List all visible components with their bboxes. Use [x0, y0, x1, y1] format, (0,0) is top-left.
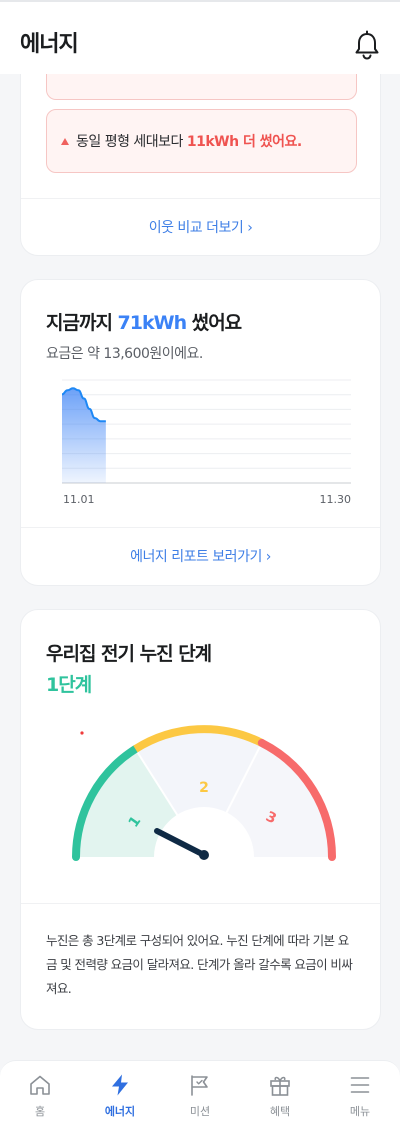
- bottom-tab-bar: 홈 에너지 미션 혜택 메뉴: [0, 1060, 400, 1127]
- tier-gauge: 1 2 3: [72, 725, 336, 861]
- tab-mission-label: 미션: [189, 1105, 211, 1118]
- tab-home-label: 홈: [34, 1105, 46, 1118]
- divider: [21, 527, 380, 528]
- red-dot: [80, 731, 84, 735]
- usage-card: 지금까지 71kWh 썼어요 요금은 약 13,600원이에요. 11.01 1…: [20, 279, 381, 586]
- divider: [21, 198, 380, 199]
- tab-benefit-label: 혜택: [269, 1105, 291, 1118]
- gauge-pivot: [199, 850, 209, 860]
- app-header: 에너지: [0, 2, 400, 74]
- gift-icon: [270, 1076, 290, 1096]
- alert-highlight: 11kWh 더 썼어요.: [186, 134, 302, 150]
- tier-description: 누진은 총 3단계로 구성되어 있어요. 누진 단계에 따라 기본 요금 및 전…: [46, 933, 353, 996]
- home-icon: [30, 1075, 50, 1095]
- flag-icon: [191, 1075, 208, 1096]
- alert-text: 동일 평형 세대보다 11kWh 더 썼어요.: [76, 131, 302, 151]
- tab-menu-label: 메뉴: [349, 1105, 371, 1118]
- segment-label-2: 2: [199, 780, 209, 796]
- page-title: 에너지: [20, 32, 79, 57]
- divider: [21, 903, 380, 904]
- energy-report-link[interactable]: 에너지 리포트 보러가기 ›: [21, 546, 380, 566]
- tab-home[interactable]: 홈: [0, 1061, 80, 1127]
- usage-area: [62, 388, 106, 483]
- tab-menu[interactable]: 메뉴: [320, 1061, 400, 1127]
- bell-icon[interactable]: [353, 30, 381, 60]
- tab-benefit[interactable]: 혜택: [240, 1061, 320, 1127]
- x-start-label: 11.01: [63, 493, 95, 506]
- x-end-label: 11.30: [320, 493, 352, 506]
- tab-mission[interactable]: 미션: [160, 1061, 240, 1127]
- lightning-icon: [112, 1074, 128, 1096]
- alert-prefix: 동일 평형 세대보다: [76, 134, 187, 150]
- up-triangle-icon: [61, 137, 69, 145]
- usage-area-chart: 11.01 11.30: [61, 379, 352, 506]
- tab-energy[interactable]: 에너지: [80, 1061, 160, 1127]
- neighbor-compare-link[interactable]: 이웃 비교 더보기 ›: [21, 217, 380, 237]
- tier-card: 우리집 전기 누진 단계 1단계 1 2 3 누진은 총 3단계로 구성되어 있…: [20, 609, 381, 1030]
- tab-energy-label: 에너지: [104, 1105, 136, 1118]
- menu-icon: [350, 1077, 370, 1093]
- neighbor-alert: 동일 평형 세대보다 11kWh 더 썼어요.: [46, 109, 357, 173]
